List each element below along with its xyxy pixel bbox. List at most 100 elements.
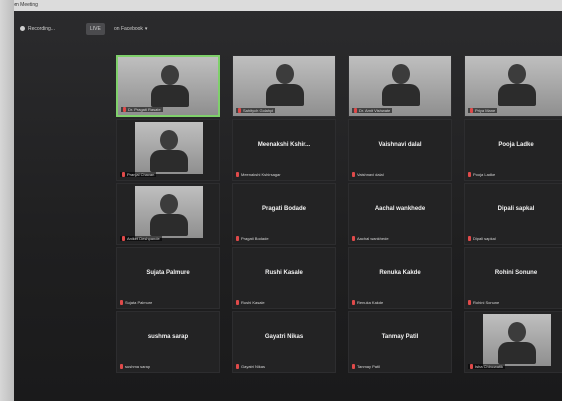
participant-tile[interactable]: Meenakshi Kshir... Meenakshi Kshirsagar — [232, 119, 336, 181]
mic-muted-icon — [470, 108, 473, 113]
participant-display-name: Tanmay Patil — [381, 334, 419, 340]
mic-muted-icon — [236, 236, 239, 241]
participant-name-label: Rohini Sonune — [468, 300, 499, 305]
participant-name-text: sushma sarap — [125, 363, 151, 369]
participant-display-name: Renuka Kakde — [379, 270, 421, 276]
live-destination-label: on Facebook — [114, 26, 143, 32]
participant-name-label: Aniket Deshpande — [120, 235, 162, 241]
participant-name-text: Dr. Pragati Rasate — [128, 106, 161, 112]
participant-name-text: Rohini Sonune — [473, 299, 500, 305]
participant-tile[interactable]: Dr. Amit Vishwate — [348, 55, 452, 117]
mic-muted-icon — [352, 300, 355, 305]
participant-name-text: Dr. Amit Vishwate — [359, 107, 391, 113]
participant-name-text: Pranjal Chavan — [127, 171, 155, 177]
live-badge[interactable]: LIVE — [86, 23, 105, 35]
participant-name-label: Rushi Kasale — [236, 300, 265, 305]
mic-muted-icon — [352, 236, 355, 241]
participant-name-label: Sujata Palmure — [120, 300, 152, 305]
participant-name-label: Pooja Ladke — [468, 172, 495, 177]
participant-name-label: Dr. Amit Vishwate — [352, 107, 393, 113]
mic-muted-icon — [120, 300, 123, 305]
person-body-shape — [382, 84, 420, 106]
participant-name-label: Priya Mane — [468, 107, 498, 113]
recording-label: Recording... — [28, 26, 55, 32]
participant-name-text: Gayatri Nikas — [241, 363, 266, 369]
participant-name-text: Aniket Deshpande — [127, 235, 160, 241]
participant-tile[interactable]: Dr. Pragati Rasate — [116, 55, 220, 117]
participant-name-text: Dipali sapkal — [473, 235, 496, 241]
person-head-shape — [161, 65, 179, 85]
participant-name-text: Vaishnavi dalal — [357, 171, 384, 177]
participant-display-name: Pragati Bodade — [261, 206, 306, 212]
meeting-window: Recording... LIVE on Facebook ▾ Dr. Praga… — [14, 11, 562, 401]
participant-tile[interactable]: Sahitych Golahpi — [232, 55, 336, 117]
mic-muted-icon — [236, 172, 239, 177]
participant-name-text: Sahitych Golahpi — [243, 107, 274, 113]
live-label: LIVE — [90, 26, 101, 32]
participant-display-name: Dipali sapkal — [497, 206, 535, 212]
mic-muted-icon — [468, 236, 471, 241]
chevron-down-icon: ▾ — [144, 26, 148, 32]
person-body-shape — [498, 342, 536, 364]
participant-name-text: Tanmay Patil — [357, 363, 380, 369]
participant-tile[interactable]: Tanmay Patil Tanmay Patil — [348, 311, 452, 373]
participant-name-text: Sujata Palmure — [125, 299, 153, 305]
mic-muted-icon — [352, 172, 355, 177]
participant-name-text: Isha Chincwatik — [475, 363, 504, 369]
participant-name-label: Tanmay Patil — [352, 364, 380, 369]
participant-video — [483, 314, 551, 366]
participant-display-name: Gayatri Nikas — [264, 334, 304, 340]
participant-name-text: Pooja Ladke — [473, 171, 496, 177]
participant-display-name: Vaishnavi dalal — [378, 142, 422, 148]
window-title: Zoom Meeting — [6, 2, 38, 8]
participant-tile[interactable]: Gayatri Nikas Gayatri Nikas — [232, 311, 336, 373]
participant-name-text: Priya Mane — [475, 107, 496, 113]
participant-tile[interactable]: Sujata Palmure Sujata Palmure — [116, 247, 220, 309]
participant-tile[interactable]: Dipali sapkal Dipali sapkal — [464, 183, 562, 245]
participant-name-text: Pragati Bodade — [241, 235, 269, 241]
participant-name-label: Sahitych Golahpi — [236, 107, 276, 113]
person-body-shape — [151, 85, 189, 107]
participant-name-text: Rushi Kasale — [241, 299, 265, 305]
mic-muted-icon — [123, 107, 126, 112]
live-destination-dropdown[interactable]: on Facebook ▾ — [110, 23, 151, 35]
participant-display-name: Sujata Palmure — [146, 270, 190, 276]
participant-tile[interactable]: Aniket Deshpande — [116, 183, 220, 245]
person-body-shape — [266, 84, 304, 106]
mic-muted-icon — [122, 236, 125, 241]
participant-tile[interactable]: Rohini Sonune Rohini Sonune — [464, 247, 562, 309]
record-icon — [20, 26, 25, 32]
participant-tile[interactable]: Pranjal Chavan — [116, 119, 220, 181]
person-head-shape — [160, 194, 178, 214]
participant-name-text: Meenakshi Kshirsagar — [241, 171, 281, 177]
participant-tile[interactable]: Vaishnavi dalal Vaishnavi dalal — [348, 119, 452, 181]
participant-tile[interactable]: Aachal wankhede Aachal wankhede — [348, 183, 452, 245]
person-body-shape — [150, 150, 188, 172]
mic-muted-icon — [122, 172, 125, 177]
mic-muted-icon — [468, 300, 471, 305]
recording-indicator[interactable]: Recording... — [16, 23, 59, 35]
participant-tile[interactable]: Isha Chincwatik — [464, 311, 562, 373]
participant-tile[interactable]: sushma sarap sushma sarap — [116, 311, 220, 373]
mic-muted-icon — [238, 108, 241, 113]
participant-name-label: sushma sarap — [120, 364, 150, 369]
mic-muted-icon — [352, 364, 355, 369]
participant-tile[interactable]: Renuka Kakde Renuka Kakde — [348, 247, 452, 309]
participant-tile[interactable]: Priya Mane — [464, 55, 562, 117]
participant-display-name: Aachal wankhede — [374, 206, 426, 212]
person-body-shape — [150, 214, 188, 236]
meeting-toolbar: Recording... LIVE on Facebook ▾ — [14, 11, 562, 47]
person-body-shape — [498, 84, 536, 106]
participant-name-label: Pragati Bodade — [236, 236, 269, 241]
participant-name-label: Vaishnavi dalal — [352, 172, 384, 177]
participant-display-name: Rohini Sonune — [494, 270, 538, 276]
participant-tile[interactable]: Pooja Ladke Pooja Ladke — [464, 119, 562, 181]
person-head-shape — [276, 64, 294, 84]
mic-muted-icon — [236, 300, 239, 305]
participant-name-label: Dr. Pragati Rasate — [121, 106, 163, 112]
participant-tile[interactable]: Rushi Kasale Rushi Kasale — [232, 247, 336, 309]
participant-tile[interactable]: Pragati Bodade Pragati Bodade — [232, 183, 336, 245]
mic-muted-icon — [470, 364, 473, 369]
monitor-bezel-left — [0, 0, 14, 401]
participant-name-text: Renuka Kakde — [357, 299, 384, 305]
